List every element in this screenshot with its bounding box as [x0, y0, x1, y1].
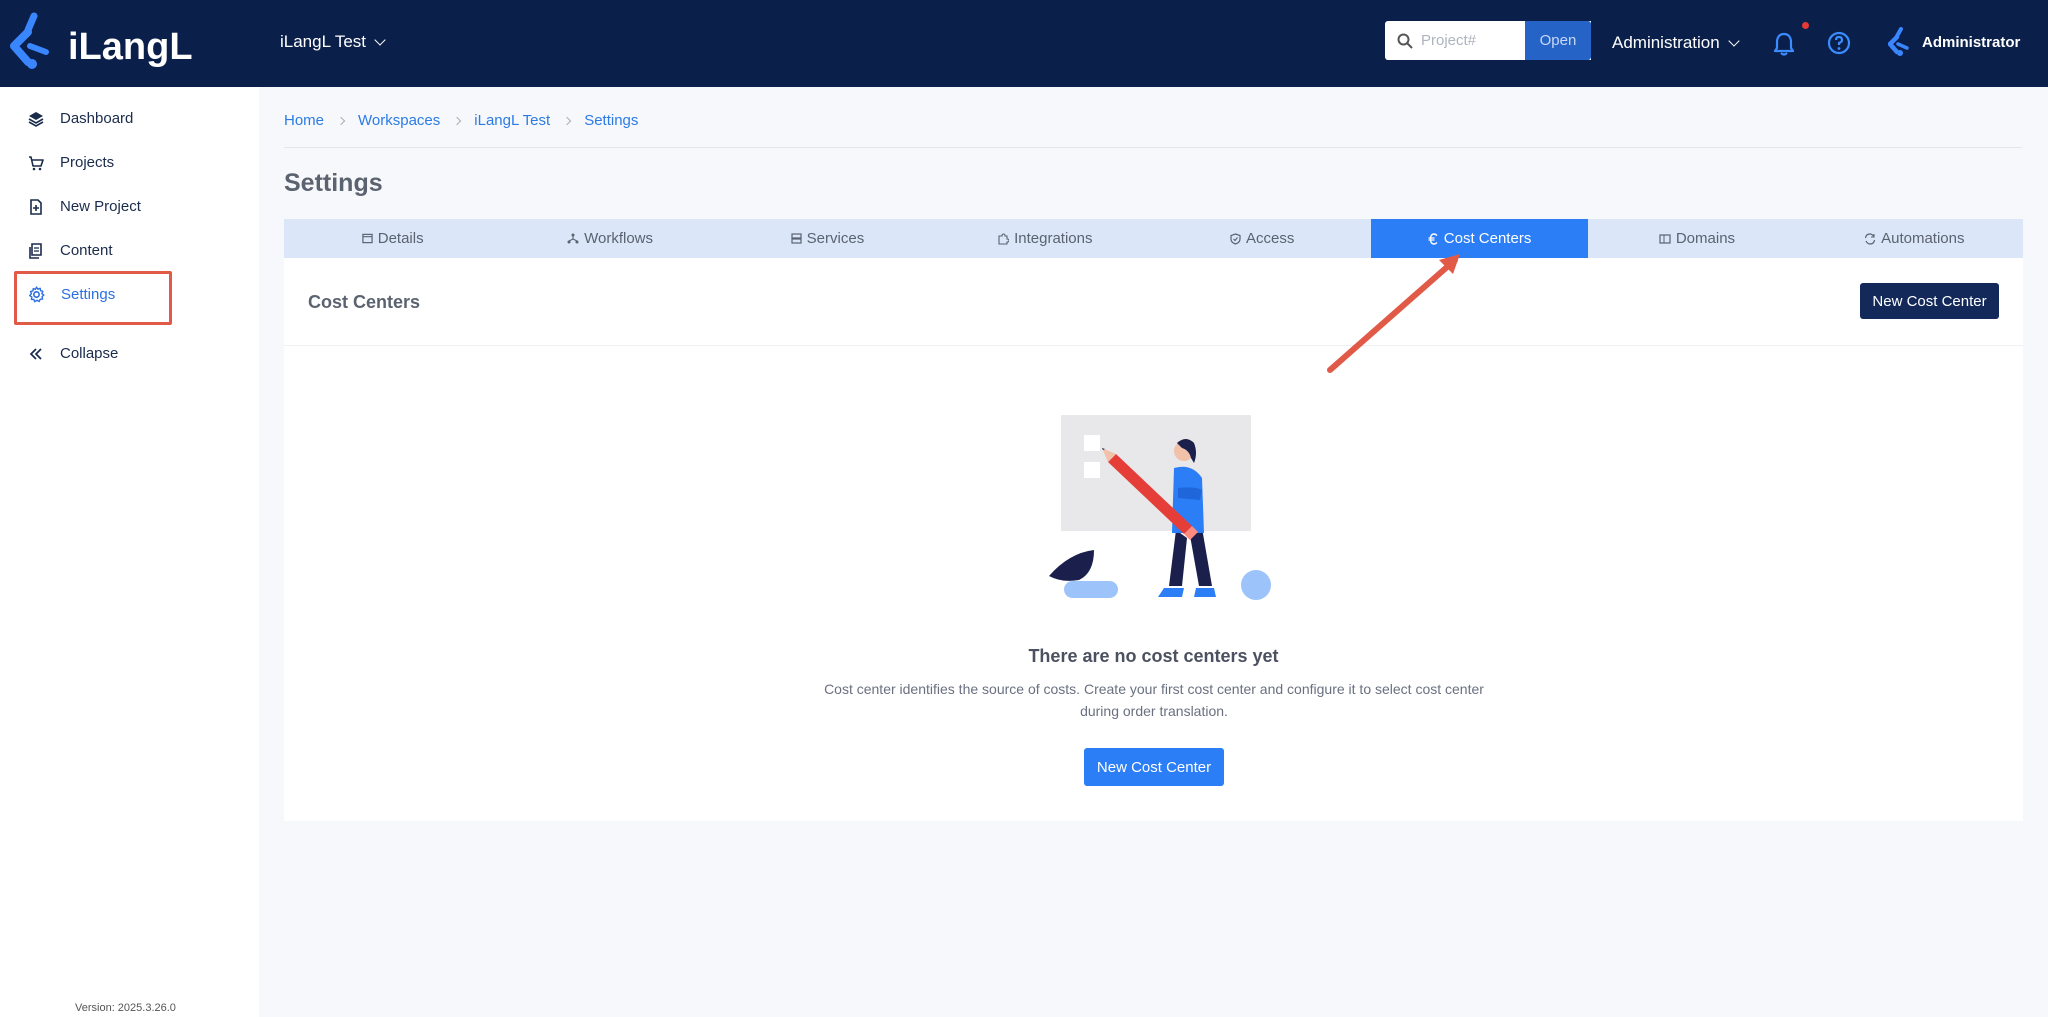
- help-button[interactable]: [1827, 31, 1851, 60]
- logo-text: iLangL: [68, 26, 193, 68]
- breadcrumb: Home Workspaces iLangL Test Settings: [284, 112, 638, 129]
- tab-automations[interactable]: Automations: [1806, 219, 2023, 258]
- top-bar: iLangL iLangL Test Open Administration: [0, 0, 2048, 87]
- sidebar-item-label: Dashboard: [60, 110, 134, 127]
- sync-icon: [1865, 232, 1876, 245]
- tab-label: Automations: [1881, 230, 1965, 247]
- workspace-name: iLangL Test: [280, 32, 367, 51]
- tab-label: Services: [806, 230, 865, 247]
- tab-label: Access: [1246, 230, 1295, 247]
- server-icon: [791, 232, 802, 244]
- settings-tabs: Details Workflows Services Integrations …: [284, 219, 2023, 258]
- open-button[interactable]: Open: [1525, 21, 1591, 60]
- chevron-right-icon: [562, 116, 572, 125]
- logo[interactable]: iLangL: [10, 12, 193, 74]
- sidebar-collapse[interactable]: Collapse: [28, 345, 118, 362]
- building-icon: [1659, 234, 1671, 244]
- divider: [284, 147, 2022, 148]
- breadcrumb-workspace[interactable]: iLangL Test: [474, 112, 550, 129]
- page-title: Settings: [284, 169, 383, 197]
- chevron-right-icon: [336, 116, 346, 125]
- sidebar-item-content[interactable]: Content: [28, 242, 113, 259]
- notification-badge: [1802, 22, 1809, 29]
- sidebar-item-label: New Project: [60, 198, 141, 215]
- double-chevron-left-icon: [29, 347, 42, 360]
- bell-icon: [1773, 32, 1795, 56]
- user-name: Administrator: [1922, 33, 2021, 51]
- sidebar-item-label: Content: [60, 242, 113, 259]
- tab-details[interactable]: Details: [284, 219, 501, 258]
- avatar: [1888, 27, 1909, 56]
- divider: [284, 345, 2023, 346]
- tab-integrations[interactable]: Integrations: [936, 219, 1153, 258]
- tab-domains[interactable]: Domains: [1588, 219, 1805, 258]
- cart-icon: [29, 155, 44, 170]
- breadcrumb-settings[interactable]: Settings: [584, 112, 638, 129]
- file-plus-icon: [30, 198, 42, 215]
- search-icon: [1397, 33, 1413, 49]
- help-icon: [1827, 31, 1851, 55]
- breadcrumb-home[interactable]: Home: [284, 112, 324, 129]
- chevron-right-icon: [453, 116, 462, 125]
- administration-label: Administration: [1612, 33, 1720, 52]
- workflow-icon: [567, 233, 579, 243]
- tab-workflows[interactable]: Workflows: [501, 219, 718, 258]
- new-cost-center-button[interactable]: New Cost Center: [1860, 283, 1999, 319]
- workspace-selector[interactable]: iLangL Test: [280, 32, 386, 52]
- sidebar: [0, 87, 259, 1017]
- chevron-down-icon: [374, 33, 386, 46]
- panel-title: Cost Centers: [308, 292, 421, 312]
- tab-services[interactable]: Services: [719, 219, 936, 258]
- sidebar-item-dashboard[interactable]: Dashboard: [28, 110, 133, 127]
- notifications-button[interactable]: [1772, 31, 1796, 62]
- ilangl-logo-icon: [10, 12, 49, 69]
- sidebar-item-label: Collapse: [60, 345, 119, 362]
- shield-icon: [1230, 232, 1241, 245]
- tab-label: Domains: [1675, 230, 1736, 247]
- user-menu[interactable]: Administrator: [1888, 27, 2020, 57]
- administration-menu[interactable]: Administration: [1612, 33, 1740, 53]
- chevron-down-icon: [1728, 34, 1740, 47]
- empty-state-illustration: [1049, 415, 1271, 600]
- cost-centers-panel: Cost Centers New Cost Center There are n…: [284, 258, 2023, 821]
- empty-state-description: Cost center identifies the source of cos…: [824, 681, 1484, 719]
- window-icon: [362, 233, 373, 244]
- documents-icon: [29, 242, 42, 259]
- breadcrumb-workspaces[interactable]: Workspaces: [358, 112, 440, 129]
- tab-label: Workflows: [584, 230, 654, 247]
- sidebar-item-projects[interactable]: Projects: [28, 154, 114, 171]
- layers-icon: [28, 111, 44, 127]
- puzzle-icon: [998, 232, 1010, 245]
- sidebar-item-label: Projects: [60, 154, 115, 171]
- annotation-arrow: [1327, 254, 1460, 373]
- new-cost-center-empty-button[interactable]: New Cost Center: [1084, 748, 1224, 786]
- version-label: Version: 2025.3.26.0: [75, 1002, 176, 1014]
- empty-state-title: There are no cost centers yet: [1028, 646, 1279, 666]
- tab-label: Integrations: [1014, 230, 1093, 247]
- annotation-highlight-box: [14, 271, 172, 325]
- tab-label: Details: [377, 230, 424, 247]
- sidebar-item-new-project[interactable]: New Project: [28, 198, 141, 215]
